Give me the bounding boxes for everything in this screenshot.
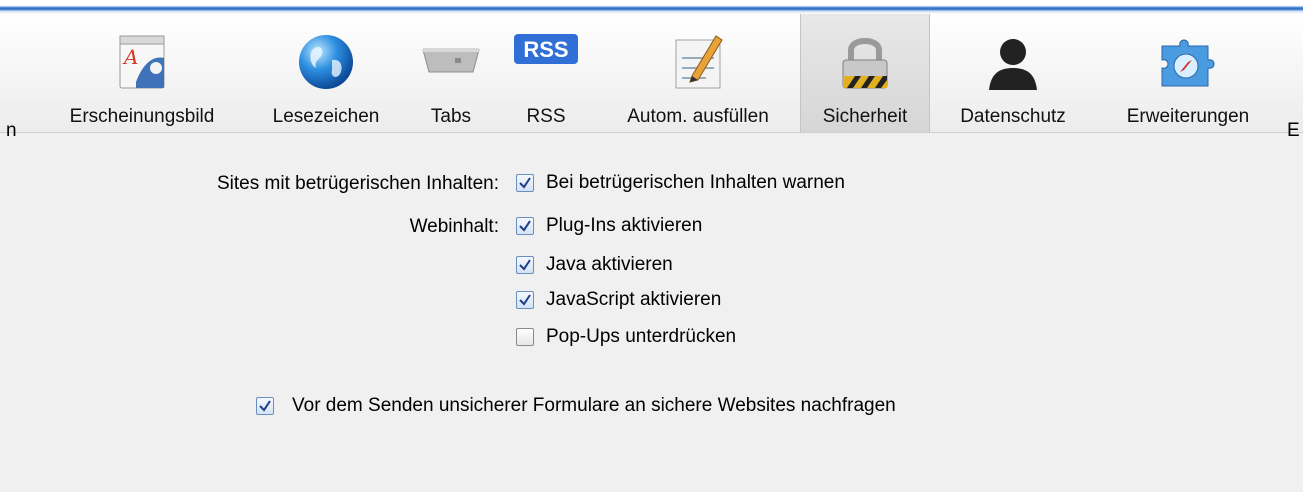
rss-icon: RSS	[514, 34, 578, 64]
fraud-warn-checkbox[interactable]	[516, 174, 534, 192]
javascript-label: JavaScript aktivieren	[546, 289, 722, 310]
java-label: Java aktivieren	[546, 254, 673, 275]
appearance-icon: A	[119, 35, 165, 89]
plugins-label: Plug-Ins aktivieren	[546, 215, 703, 236]
preferences-toolbar: n A Erscheinungsbild Lesezeichen Tabs RS…	[0, 14, 1303, 141]
padlock-icon	[842, 38, 888, 89]
javascript-checkbox[interactable]	[516, 291, 534, 309]
security-preferences-pane: Sites mit betrügerischen Inhalten: Bei b…	[0, 133, 1303, 492]
tabs-icon	[422, 48, 480, 73]
window-top-edge	[0, 0, 1303, 14]
toolbar-label: Erscheinungsbild	[69, 106, 215, 127]
checkmark-icon	[519, 294, 531, 306]
plugins-option[interactable]: Plug-Ins aktivieren	[516, 214, 702, 238]
javascript-option[interactable]: JavaScript aktivieren	[516, 288, 721, 312]
toolbar-item-tabs[interactable]: Tabs	[406, 14, 496, 132]
svg-text:RSS: RSS	[523, 37, 568, 62]
insecure-forms-checkbox[interactable]	[256, 397, 274, 415]
java-option[interactable]: Java aktivieren	[516, 253, 673, 277]
globe-icon	[299, 35, 353, 89]
checkmark-icon	[259, 400, 271, 412]
toolbar-item-extensions[interactable]: Erweiterungen	[1098, 14, 1278, 132]
fraud-sites-label: Sites mit betrügerischen Inhalten:	[217, 173, 499, 194]
toolbar-item-bookmarks[interactable]: Lesezeichen	[246, 14, 406, 132]
toolbar-label: Tabs	[430, 106, 472, 127]
fraud-warn-option[interactable]: Bei betrügerischen Inhalten warnen	[516, 171, 845, 195]
toolbar-label: Erweiterungen	[1126, 106, 1250, 127]
toolbar-item-rss[interactable]: RSS RSS	[496, 14, 596, 132]
java-checkbox[interactable]	[516, 256, 534, 274]
toolbar-label: Datenschutz	[960, 106, 1066, 127]
checkmark-icon	[519, 259, 531, 271]
web-content-label: Webinhalt:	[409, 216, 499, 237]
toolbar-item-privacy[interactable]: Datenschutz	[928, 14, 1098, 132]
checkmark-icon	[519, 177, 531, 189]
toolbar-label: Lesezeichen	[272, 106, 380, 127]
toolbar-item-appearance[interactable]: A Erscheinungsbild	[38, 14, 246, 132]
insecure-forms-label: Vor dem Senden unsicherer Formulare an s…	[292, 395, 896, 416]
popups-checkbox[interactable]	[516, 328, 534, 346]
puzzle-compass-icon	[1161, 39, 1215, 87]
checkmark-icon	[519, 220, 531, 232]
plugins-checkbox[interactable]	[516, 217, 534, 235]
insecure-forms-option[interactable]: Vor dem Senden unsicherer Formulare an s…	[256, 394, 896, 418]
popups-option[interactable]: Pop-Ups unterdrücken	[516, 325, 736, 349]
toolbar-item-autofill[interactable]: Autom. ausfüllen	[596, 14, 800, 132]
fraud-warn-label: Bei betrügerischen Inhalten warnen	[546, 172, 845, 193]
person-silhouette-icon	[989, 39, 1037, 90]
toolbar-label: Autom. ausfüllen	[627, 106, 769, 127]
toolbar-label: RSS	[526, 106, 566, 127]
autofill-pencil-icon	[675, 35, 723, 89]
popups-label: Pop-Ups unterdrücken	[546, 326, 737, 347]
toolbar-item-security[interactable]: Sicherheit	[800, 14, 930, 132]
svg-text:A: A	[122, 45, 138, 69]
toolbar-label: Sicherheit	[822, 106, 908, 127]
